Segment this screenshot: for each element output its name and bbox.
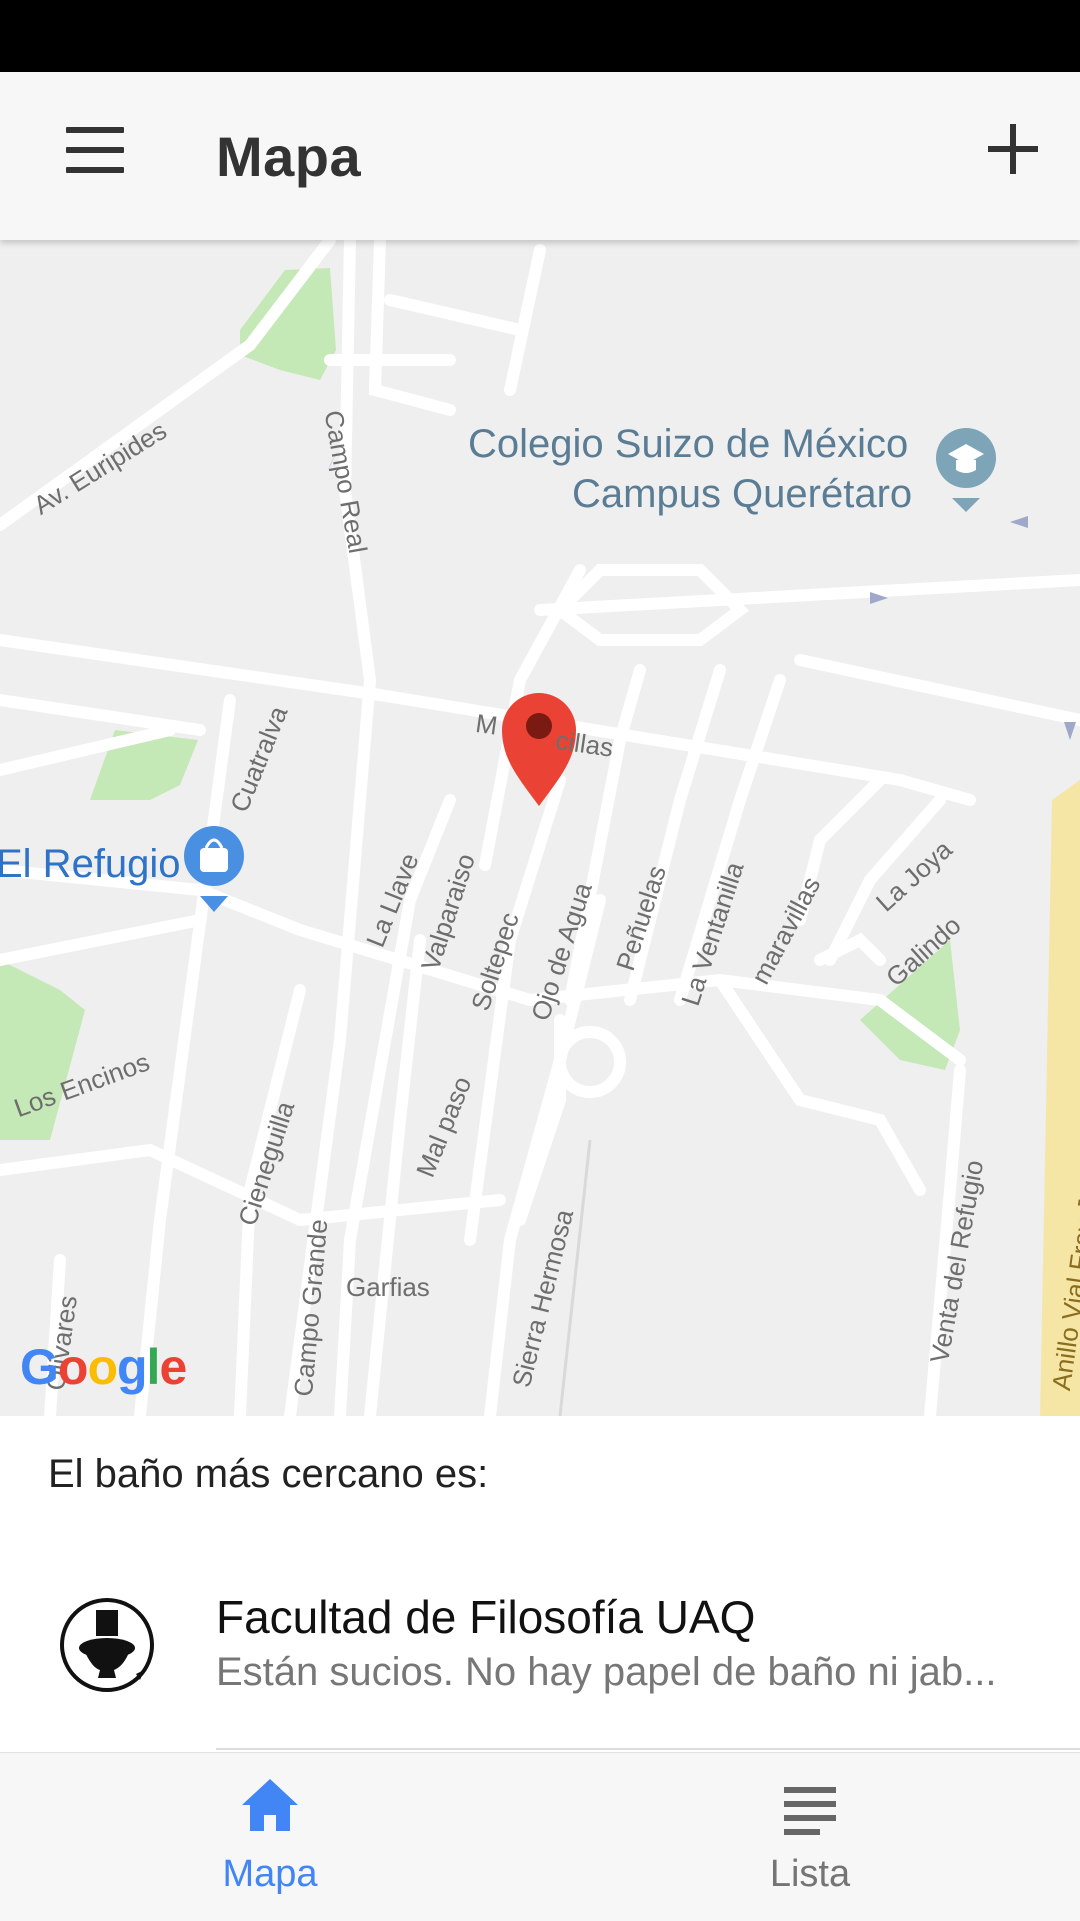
menu-icon xyxy=(66,127,124,133)
menu-button[interactable] xyxy=(66,127,124,173)
nav-tab-mapa[interactable]: Mapa xyxy=(0,1753,540,1921)
nav-label-mapa: Mapa xyxy=(222,1853,318,1895)
map-view[interactable]: Av. Euripides Campo Real Cuatralva La Ll… xyxy=(0,240,1080,1416)
google-logo: Google xyxy=(20,1339,187,1395)
nav-tab-lista[interactable]: Lista xyxy=(540,1753,1080,1921)
page-title: Mapa xyxy=(216,125,362,188)
toilet-icon xyxy=(60,1598,154,1692)
home-icon xyxy=(242,1779,298,1831)
app-bar: Mapa xyxy=(0,72,1080,240)
nearest-label: El baño más cercano es: xyxy=(48,1452,489,1496)
nav-label-lista: Lista xyxy=(769,1853,851,1895)
street-label: M xyxy=(473,708,500,741)
shop-label[interactable]: El Refugio xyxy=(0,842,181,887)
school-pin-icon[interactable] xyxy=(936,428,996,512)
school-label[interactable]: Campus Querétaro xyxy=(572,472,912,517)
bottom-nav: Mapa Lista xyxy=(0,1752,1080,1921)
nearest-bathroom-item[interactable]: Facultad de Filosofía UAQ Están sucios. … xyxy=(0,1560,1080,1730)
map-canvas xyxy=(0,240,1080,1416)
street-label: Garfias xyxy=(346,1272,430,1302)
result-title: Facultad de Filosofía UAQ xyxy=(216,1591,756,1643)
divider xyxy=(216,1748,1080,1750)
list-icon xyxy=(784,1787,836,1835)
school-label[interactable]: Colegio Suizo de México xyxy=(468,422,908,467)
status-bar xyxy=(0,0,1080,72)
add-button[interactable] xyxy=(988,124,1038,174)
result-subtitle: Están sucios. No hay papel de baño ni ja… xyxy=(216,1650,997,1694)
